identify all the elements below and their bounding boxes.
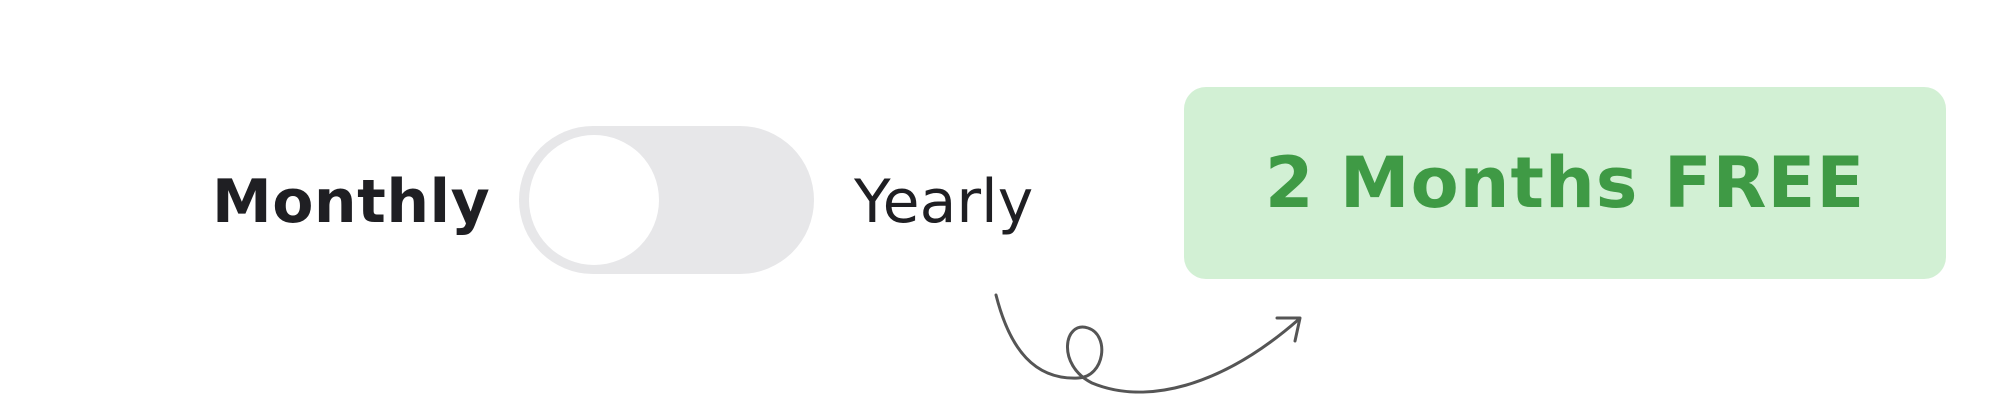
curly-arrow-icon: [994, 293, 1302, 394]
billing-period-toggle: Monthly Yearly 2 Months FREE: [0, 0, 2000, 409]
switch-knob[interactable]: [529, 135, 659, 265]
billing-switch[interactable]: [519, 126, 814, 274]
promo-badge-text: 2 Months FREE: [1264, 142, 1866, 224]
yearly-label[interactable]: Yearly: [854, 162, 1033, 242]
promo-badge: 2 Months FREE: [1184, 87, 1946, 279]
monthly-label[interactable]: Monthly: [212, 162, 490, 242]
